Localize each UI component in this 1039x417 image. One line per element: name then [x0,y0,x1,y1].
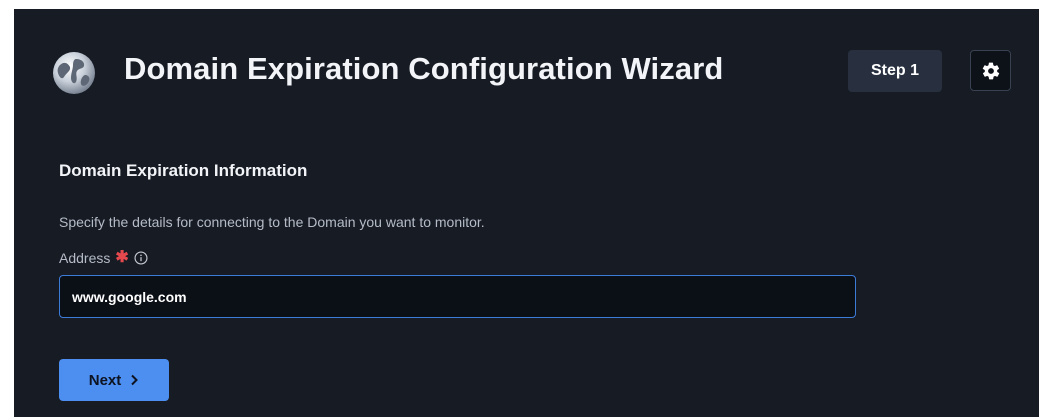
required-marker: ✱ [115,249,129,266]
section-description: Specify the details for connecting to th… [59,214,485,230]
gear-icon [982,62,999,79]
address-label-row: Address ✱ [59,250,148,266]
wizard-panel: Domain Expiration Configuration Wizard S… [14,9,1039,417]
next-button[interactable]: Next [59,359,169,401]
globe-icon [53,52,95,94]
settings-button[interactable] [970,50,1011,91]
section-title: Domain Expiration Information [59,161,308,180]
step-badge: Step 1 [848,50,942,92]
next-button-label: Next [88,371,122,389]
chevron-right-icon [131,374,139,386]
address-input[interactable] [59,275,856,318]
info-circle-icon[interactable] [134,251,148,265]
page-title: Domain Expiration Configuration Wizard [124,51,724,86]
address-label: Address [59,250,111,266]
